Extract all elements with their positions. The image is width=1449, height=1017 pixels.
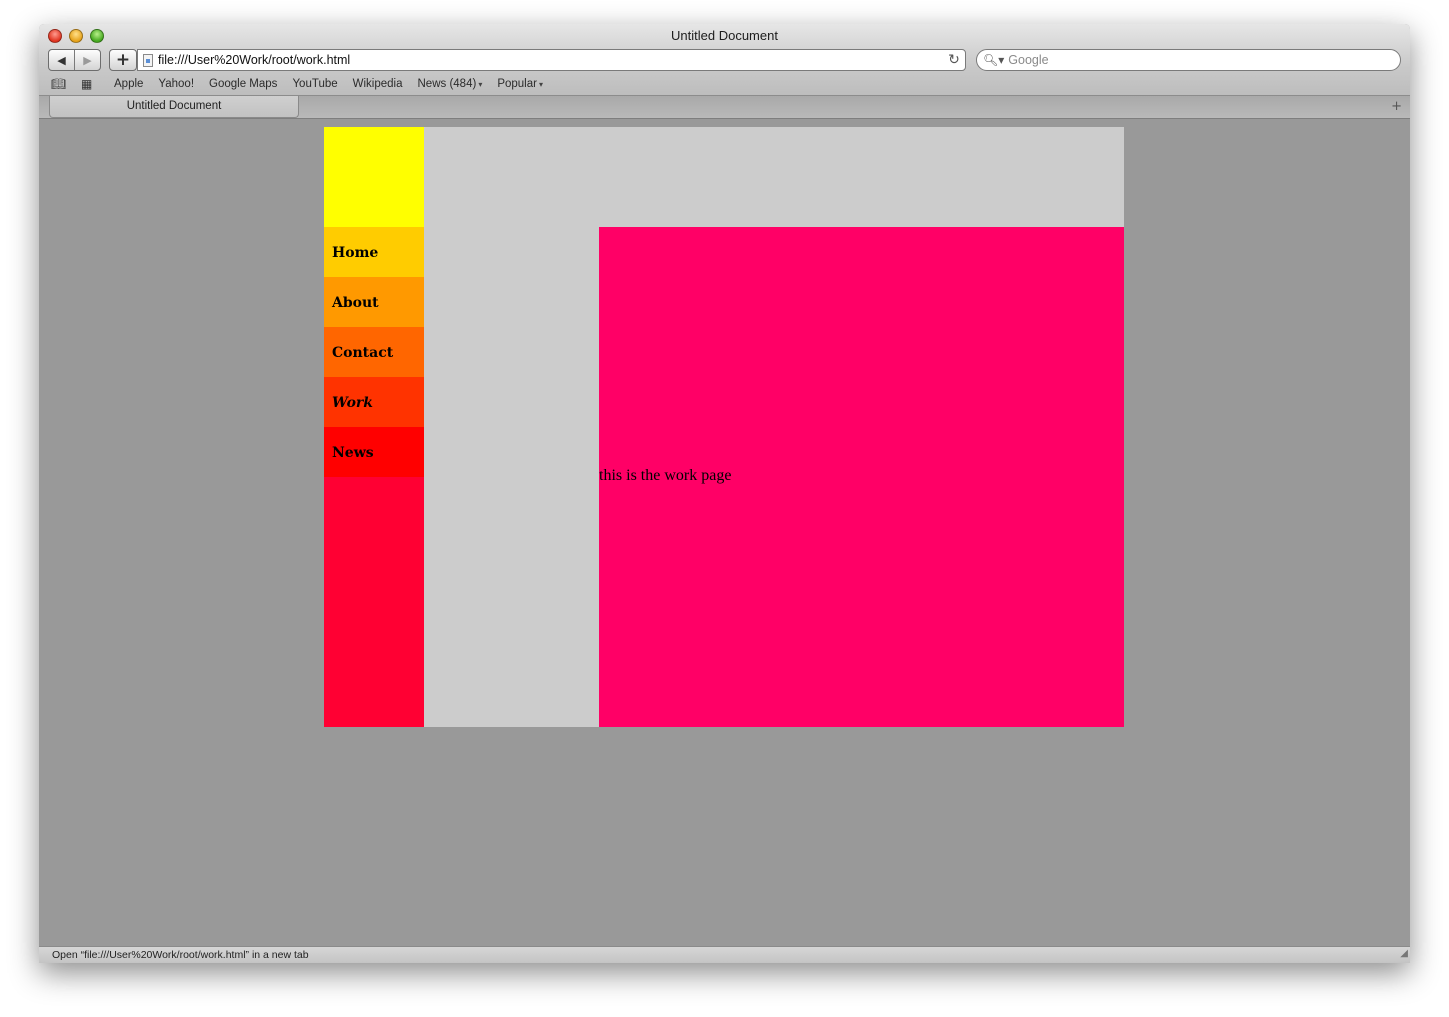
back-arrow-icon: ◀ bbox=[57, 54, 66, 67]
add-bookmark-button[interactable]: + bbox=[109, 49, 137, 71]
chevron-down-icon: ▾ bbox=[538, 80, 543, 89]
tab-untitled-document[interactable]: Untitled Document bbox=[49, 96, 299, 118]
plus-icon: + bbox=[115, 50, 131, 70]
bookmark-google-maps[interactable]: Google Maps bbox=[209, 78, 277, 90]
nav-link-about[interactable]: About bbox=[324, 277, 424, 327]
main-content-panel: this is the work page bbox=[599, 227, 1124, 727]
new-tab-icon[interactable]: + bbox=[1391, 99, 1402, 114]
search-icon[interactable]: 🔍︎▾ bbox=[983, 53, 1004, 67]
browser-toolbar: Untitled Document ◀ ▶ + file:///User%20W… bbox=[39, 24, 1410, 96]
search-field[interactable]: 🔍︎▾ bbox=[976, 49, 1401, 71]
bookmark-news-label: News (484) bbox=[417, 78, 477, 90]
book-icon[interactable]: 📖︎ bbox=[51, 78, 69, 90]
search-input[interactable] bbox=[1008, 53, 1389, 67]
nav-link-contact[interactable]: Contact bbox=[324, 327, 424, 377]
site-navigation: Home About Contact Work News bbox=[324, 227, 424, 727]
page-body-text: this is the work page bbox=[599, 467, 732, 484]
site-container: Home About Contact Work News this is the… bbox=[324, 127, 1124, 727]
forward-button[interactable]: ▶ bbox=[74, 50, 100, 70]
bookmark-apple[interactable]: Apple bbox=[114, 78, 143, 90]
header-block bbox=[324, 127, 424, 227]
nav-link-work[interactable]: Work bbox=[324, 377, 424, 427]
bookmarks-bar: 📖︎ ▦ Apple Yahoo! Google Maps YouTube Wi… bbox=[39, 75, 1410, 93]
back-button[interactable]: ◀ bbox=[49, 50, 74, 70]
bookmark-yahoo[interactable]: Yahoo! bbox=[158, 78, 194, 90]
status-text: Open “file:///User%20Work/root/work.html… bbox=[52, 949, 309, 961]
web-content: Home About Contact Work News this is the… bbox=[39, 120, 1410, 946]
top-sites-grid-icon[interactable]: ▦ bbox=[81, 78, 99, 90]
nav-link-home[interactable]: Home bbox=[324, 227, 424, 277]
forward-arrow-icon: ▶ bbox=[83, 54, 92, 67]
bookmark-news-folder[interactable]: News (484) ▾ bbox=[418, 78, 483, 90]
chevron-down-icon: ▾ bbox=[478, 80, 483, 89]
window-title: Untitled Document bbox=[671, 28, 778, 43]
status-bar: Open “file:///User%20Work/root/work.html… bbox=[39, 946, 1410, 963]
bookmark-youtube[interactable]: YouTube bbox=[292, 78, 337, 90]
resize-grip-icon[interactable]: ◢ bbox=[1400, 946, 1408, 962]
bookmark-popular-folder[interactable]: Popular ▾ bbox=[497, 78, 543, 90]
bookmark-popular-label: Popular bbox=[497, 78, 537, 90]
nav-link-news[interactable]: News bbox=[324, 427, 424, 477]
tab-bar: Untitled Document + bbox=[39, 96, 1410, 119]
address-bar[interactable]: file:///User%20Work/root/work.html ↻ bbox=[137, 49, 966, 71]
bookmark-wikipedia[interactable]: Wikipedia bbox=[353, 78, 403, 90]
url-text[interactable]: file:///User%20Work/root/work.html bbox=[158, 53, 943, 67]
reload-icon[interactable]: ↻ bbox=[943, 52, 965, 68]
page-icon bbox=[143, 53, 153, 67]
history-navigation: ◀ ▶ bbox=[48, 49, 101, 71]
browser-window: Untitled Document ◀ ▶ + file:///User%20W… bbox=[39, 24, 1410, 963]
